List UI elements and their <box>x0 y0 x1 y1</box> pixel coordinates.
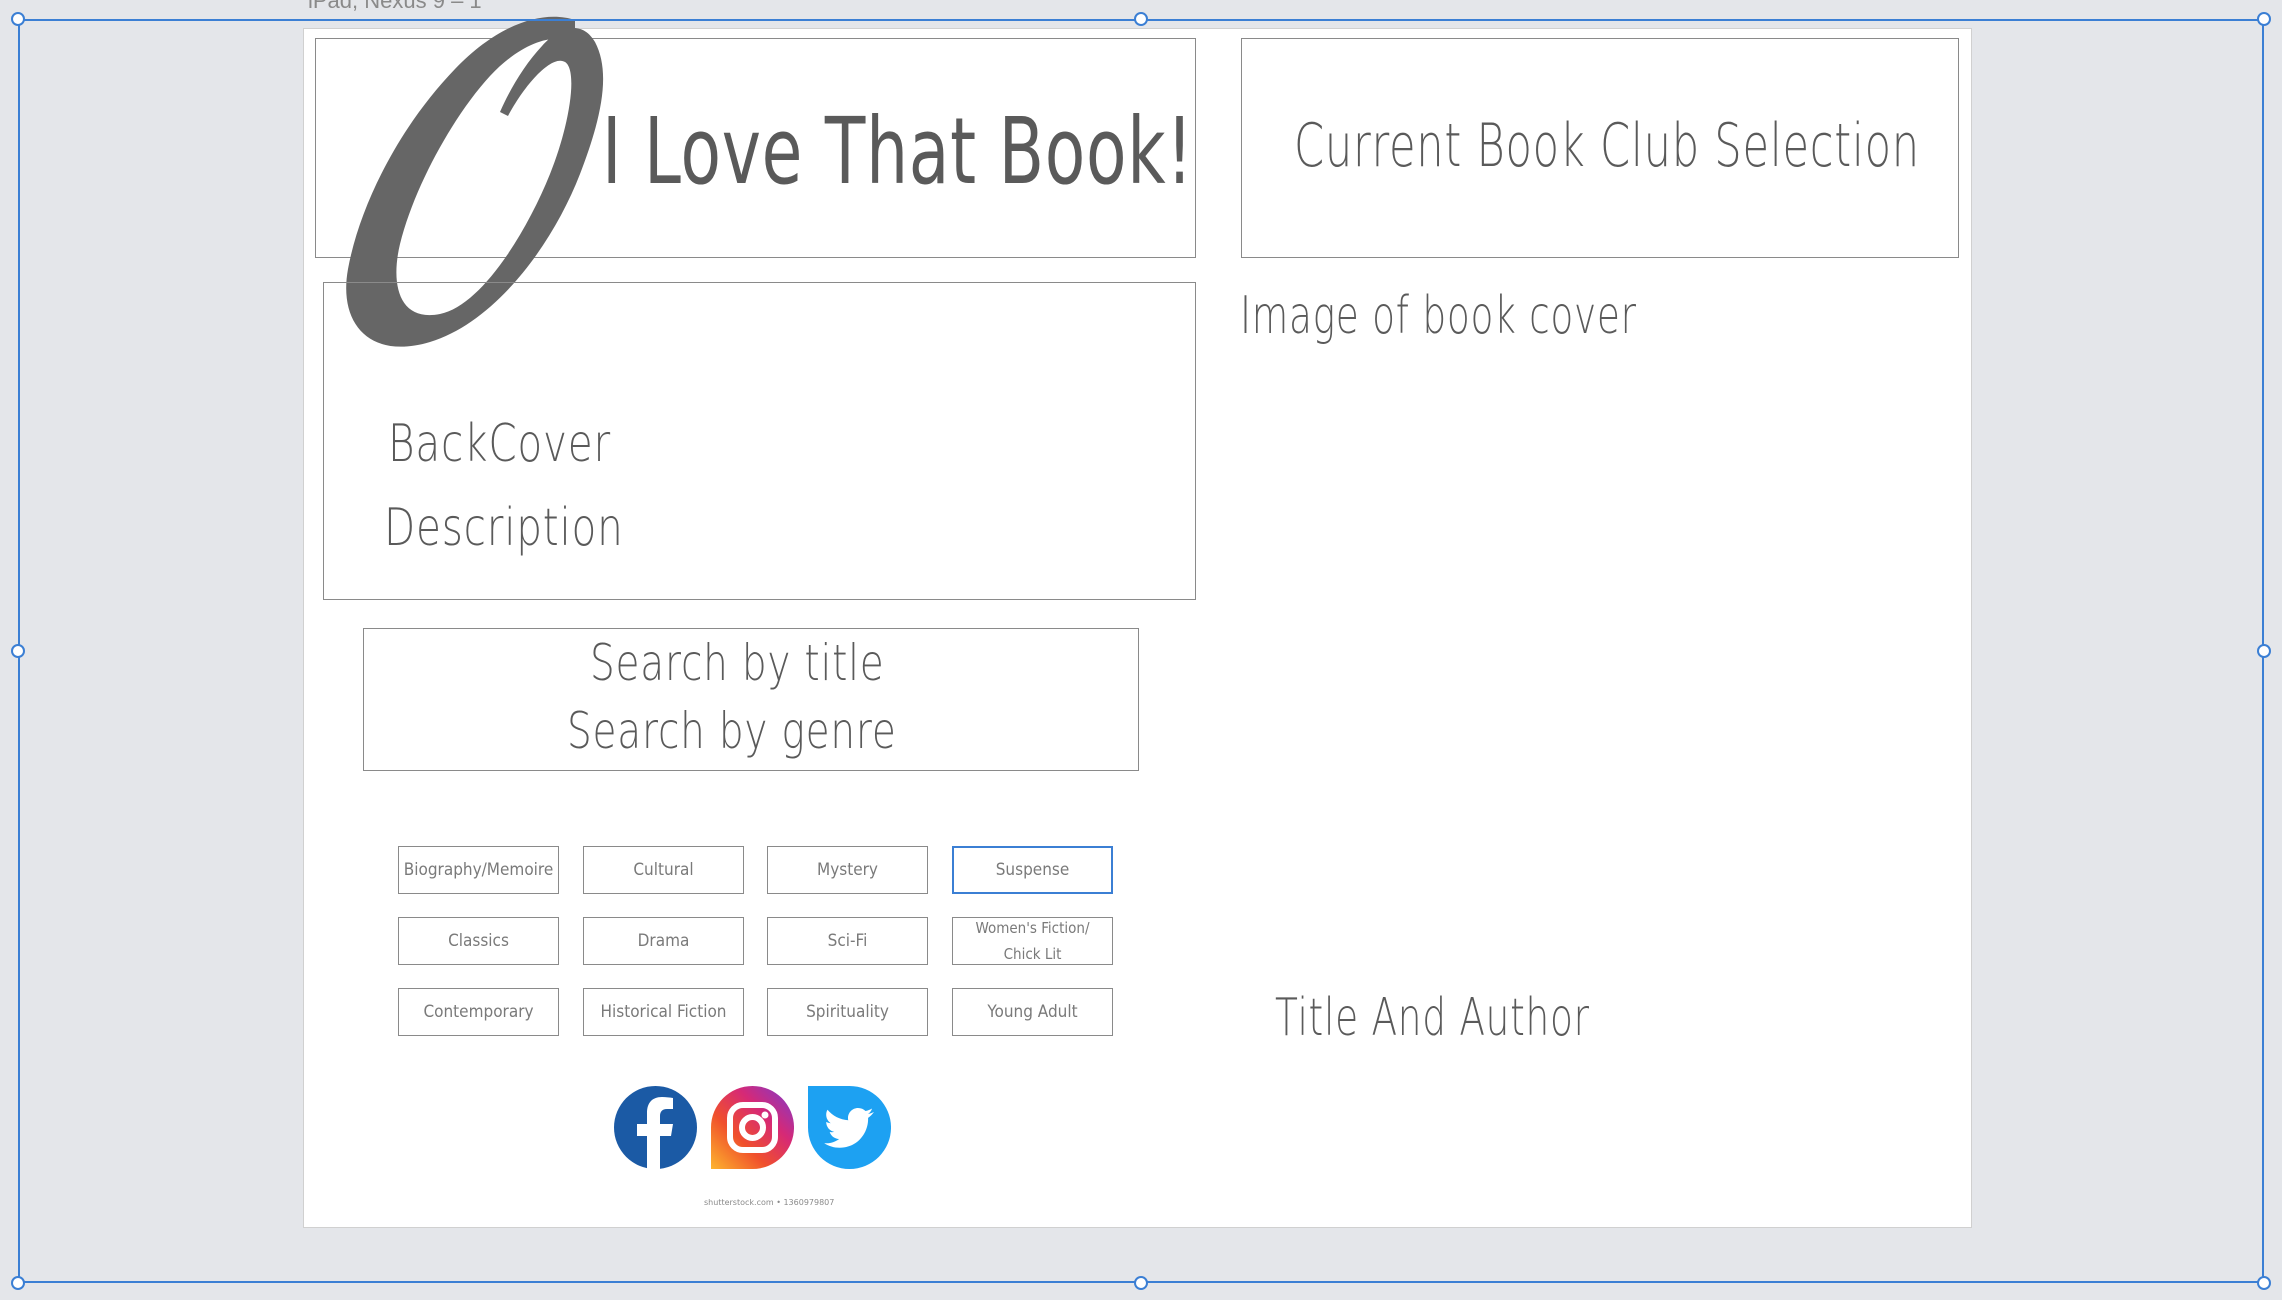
resize-handle-top-right[interactable] <box>2257 12 2271 26</box>
resize-handle-bottom-left[interactable] <box>11 1276 25 1290</box>
artboard-title[interactable]: iPad, Nexus 9 – 1 <box>308 0 482 14</box>
resize-handle-middle-left[interactable] <box>11 644 25 658</box>
resize-handle-top-center[interactable] <box>1134 12 1148 26</box>
resize-handle-bottom-center[interactable] <box>1134 1276 1148 1290</box>
resize-handle-top-left[interactable] <box>11 12 25 26</box>
resize-handle-bottom-right[interactable] <box>2257 1276 2271 1290</box>
resize-handle-middle-right[interactable] <box>2257 644 2271 658</box>
artboard-selection-frame[interactable] <box>18 19 2264 1283</box>
